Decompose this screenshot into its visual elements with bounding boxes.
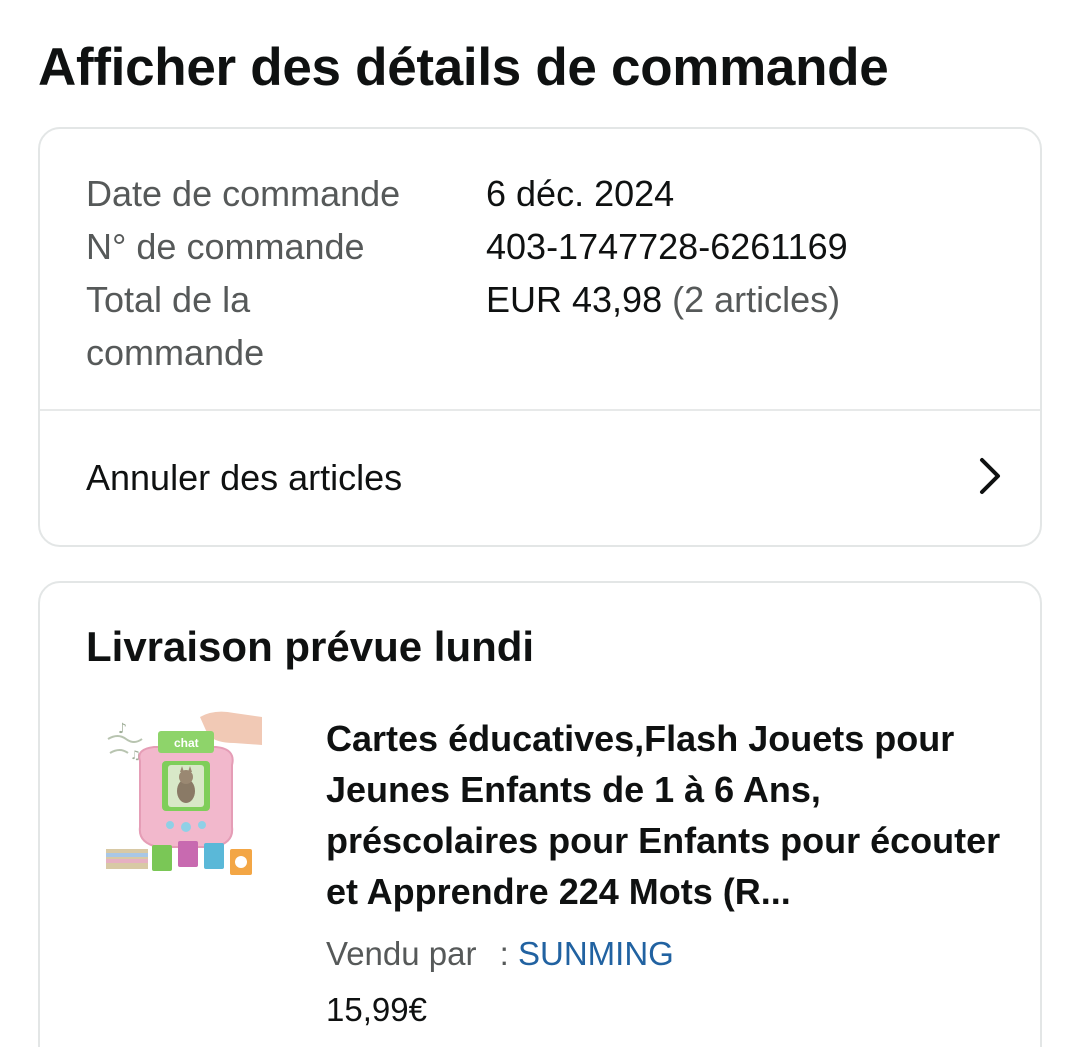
order-date-label: Date de commande: [86, 173, 401, 214]
product-image-label: chat: [174, 736, 199, 750]
svg-text:♪: ♪: [118, 721, 127, 737]
order-total-row: Total de la commande EUR 43,98 (2 articl…: [86, 273, 986, 379]
delivery-title: Livraison prévue lundi: [86, 623, 535, 670]
chevron-right-icon: [980, 458, 1000, 494]
product-image[interactable]: ♪ ♫ chat: [104, 709, 264, 879]
delivery-card: Livraison prévue lundi ♪ ♫ chat Cartes é…: [38, 581, 1042, 1047]
order-total-amount: EUR 43,98: [486, 279, 663, 320]
cancel-items-button[interactable]: Annuler des articles: [40, 411, 1040, 545]
order-number-value: 403-1747728-6261169: [486, 226, 848, 267]
page-title: Afficher des détails de commande: [38, 38, 889, 97]
order-total-label: Total de la commande: [86, 279, 265, 373]
order-info-table: Date de commande 6 déc. 2024 N° de comma…: [86, 167, 986, 379]
order-date-row: Date de commande 6 déc. 2024: [86, 167, 986, 220]
seller-separator: :: [499, 935, 509, 972]
order-date-value: 6 déc. 2024: [486, 173, 675, 214]
order-details-page: Afficher des détails de commande Date de…: [0, 0, 1080, 1047]
order-number-row: N° de commande 403-1747728-6261169: [86, 220, 986, 273]
product-price: 15,99€: [326, 991, 427, 1028]
seller-line: Vendu par : SUNMING: [326, 935, 674, 973]
cancel-items-label: Annuler des articles: [86, 457, 403, 498]
seller-link[interactable]: SUNMING: [518, 935, 674, 972]
order-item-count: (2 articles): [672, 279, 841, 320]
order-number-label: N° de commande: [86, 226, 365, 267]
order-total-value: EUR 43,98 (2 articles): [486, 273, 840, 379]
seller-prefix: Vendu par: [326, 935, 477, 972]
product-title-link[interactable]: Cartes éducatives,Flash Jouets pour Jeun…: [326, 713, 1006, 917]
order-summary-card: Date de commande 6 déc. 2024 N° de comma…: [38, 127, 1042, 547]
